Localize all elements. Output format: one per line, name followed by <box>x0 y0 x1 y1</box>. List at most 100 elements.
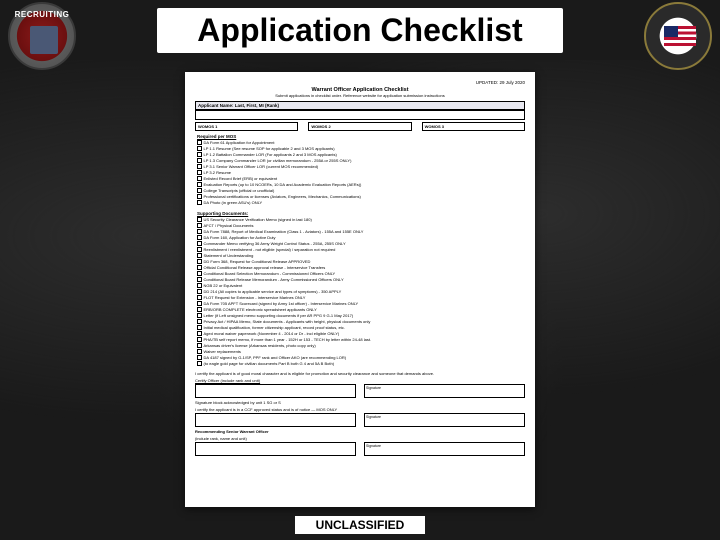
checklist-item-text: Letter (if Left unsigned memo supporting… <box>204 313 354 319</box>
checkbox-icon <box>197 146 202 151</box>
checklist-item: DD 214 (All copies to applicable service… <box>197 289 525 295</box>
checklist-item-text: DA Form 705 APFT Scorecard (signed by Ar… <box>204 301 359 307</box>
recruiting-patch-logo: RECRUITING <box>8 2 76 70</box>
checklist-document: UPDATED: 29 July 2020 Warrant Officer Ap… <box>185 72 535 507</box>
checkbox-icon <box>197 283 202 288</box>
cert-officer-label: Certify Officer (include rank and unit) <box>195 378 525 383</box>
checklist-item-text: AFCT / Physical Documents <box>204 223 254 229</box>
checklist-item: Conditional Board Selection Memorandum -… <box>197 271 525 277</box>
checklist-item: DA Form 705 APFT Scorecard (signed by Ar… <box>197 301 525 307</box>
checklist-item: LP 3.1 Senior Warrant Officer LOR (curre… <box>197 164 525 170</box>
checklist-item: Statement of Understanding <box>197 253 525 259</box>
checkbox-icon <box>197 223 202 228</box>
checkbox-icon <box>197 271 202 276</box>
checklist-item-text: Arkansas driver's license (Arkansas resi… <box>204 343 316 349</box>
checklist-item-text: DA Form 61 Application for Appointment <box>204 140 275 146</box>
checklist-item: DD Form 368, Request for Conditional Rel… <box>197 259 525 265</box>
checklist-item: DA Photo (in green ASU's) ONLY <box>197 200 525 206</box>
checkbox-icon <box>197 259 202 264</box>
checklist-item: College Transcripts (official or unoffic… <box>197 188 525 194</box>
checklist-item: Waiver replacements <box>197 349 525 355</box>
checkbox-icon <box>197 176 202 181</box>
checkbox-icon <box>197 247 202 252</box>
supporting-section-label: Supporting Documents: <box>197 211 525 216</box>
checklist-item-text: FLOT Request for Extension - Interservic… <box>204 295 306 301</box>
checklist-item: Initial medical qualification, former ci… <box>197 325 525 331</box>
checklist-item: ERB/ORB COMPLETE electronic spreadsheet … <box>197 307 525 313</box>
warrant-officer-seal-logo <box>644 2 712 70</box>
checkbox-icon <box>197 337 202 342</box>
sig2-name-cell <box>195 413 356 427</box>
certification-block: I certify the applicant is of good moral… <box>195 371 525 456</box>
required-items-list: DA Form 61 Application for AppointmentLP… <box>195 140 525 206</box>
checklist-item-text: Official Conditional Release approval re… <box>204 265 326 271</box>
checklist-item-text: Enlisted Record Brief (ERB) or equivalen… <box>204 176 278 182</box>
checklist-item-text: Evaluation Reports (up to 10 NCOERs, 10 … <box>204 182 362 188</box>
checklist-item: Letter (if Left unsigned memo supporting… <box>197 313 525 319</box>
checklist-item: FLOT Request for Extension - Interservic… <box>197 295 525 301</box>
checkbox-icon <box>197 229 202 234</box>
liberty-bell-icon <box>30 26 58 54</box>
checkbox-icon <box>197 140 202 145</box>
checkbox-icon <box>197 361 202 366</box>
checkbox-icon <box>197 253 202 258</box>
checklist-item: Privacy Act / HIPAA Memo, State document… <box>197 319 525 325</box>
certify-text: I certify the applicant is of good moral… <box>195 371 525 376</box>
checklist-item-text: DA 4187 signed by G-1/SP, PPF rank and O… <box>204 355 347 361</box>
checkbox-icon <box>197 313 202 318</box>
doc-updated: UPDATED: 29 July 2020 <box>195 80 525 85</box>
checkbox-icon <box>197 164 202 169</box>
womos-3: WOMOS 3 <box>422 122 525 131</box>
checklist-item-text: LP 3.1 Senior Warrant Officer LOR (curre… <box>204 164 319 170</box>
checklist-item-text: DD 214 (All copies to applicable service… <box>204 289 342 295</box>
checklist-item: LP 1.1 Resume (See resume SOP for applic… <box>197 146 525 152</box>
checkbox-icon <box>197 158 202 163</box>
checkbox-icon <box>197 295 202 300</box>
checklist-item: Evaluation Reports (up to 10 NCOERs, 10 … <box>197 182 525 188</box>
checklist-item-text: Statement of Understanding <box>204 253 254 259</box>
checkbox-icon <box>197 152 202 157</box>
checklist-item-text: (to eagle gold page for civilian documen… <box>204 361 335 367</box>
checkbox-icon <box>197 200 202 205</box>
applicant-name-label: Applicant Name: Last, First, MI (Rank) <box>195 101 525 110</box>
checkbox-icon <box>197 188 202 193</box>
checklist-item-text: Reenlistment / reenlistment - not eligib… <box>204 247 336 253</box>
checkbox-icon <box>197 343 202 348</box>
required-section-label: Required per MOS <box>197 134 525 139</box>
checklist-item-text: PHA/TB self report memo, if more than 1 … <box>204 337 372 343</box>
flag-icon <box>664 26 696 46</box>
cert-name-cell <box>195 384 356 398</box>
classification-footer: UNCLASSIFIED <box>295 516 425 534</box>
checklist-item-text: Waiver replacements <box>204 349 241 355</box>
checklist-item: (to eagle gold page for civilian documen… <box>197 361 525 367</box>
checklist-item: DA 4187 signed by G-1/SP, PPF rank and O… <box>197 355 525 361</box>
checkbox-icon <box>197 301 202 306</box>
checklist-item-text: LP 1.1 Resume (See resume SOP for applic… <box>204 146 335 152</box>
recommending-sub: (include rank, name and unit) <box>195 436 525 441</box>
checklist-item-text: DA Form 160, Application for Active Duty <box>204 235 276 241</box>
checklist-item: Enlisted Record Brief (ERB) or equivalen… <box>197 176 525 182</box>
checkbox-icon <box>197 277 202 282</box>
checklist-item-text: LP 1.2 Battalion Commander LOR (For appl… <box>204 152 337 158</box>
checklist-item: AFCT / Physical Documents <box>197 223 525 229</box>
checkbox-icon <box>197 194 202 199</box>
checklist-item: PHA/TB self report memo, if more than 1 … <box>197 337 525 343</box>
doc-subheading: Submit applications in checklist order. … <box>195 93 525 98</box>
checkbox-icon <box>197 331 202 336</box>
checkbox-icon <box>197 217 202 222</box>
checkbox-icon <box>197 241 202 246</box>
checklist-item: DA Form 61 Application for Appointment <box>197 140 525 146</box>
page-title: Application Checklist <box>157 8 562 53</box>
checkbox-icon <box>197 289 202 294</box>
checkbox-icon <box>197 319 202 324</box>
checkbox-icon <box>197 235 202 240</box>
header: Application Checklist <box>0 0 720 60</box>
checklist-item: DA Form 7888, Report of Medical Examinat… <box>197 229 525 235</box>
rec-name-cell <box>195 442 356 456</box>
checklist-item: Commander Memo verifying 36 Army Weight … <box>197 241 525 247</box>
checklist-item-text: LP 1.3 Company Commander LOR (or civilia… <box>204 158 352 164</box>
checklist-item: LP 1.2 Battalion Commander LOR (For appl… <box>197 152 525 158</box>
womos-1: WOMOS 1 <box>195 122 298 131</box>
checkbox-icon <box>197 325 202 330</box>
seal-icon <box>644 2 712 70</box>
